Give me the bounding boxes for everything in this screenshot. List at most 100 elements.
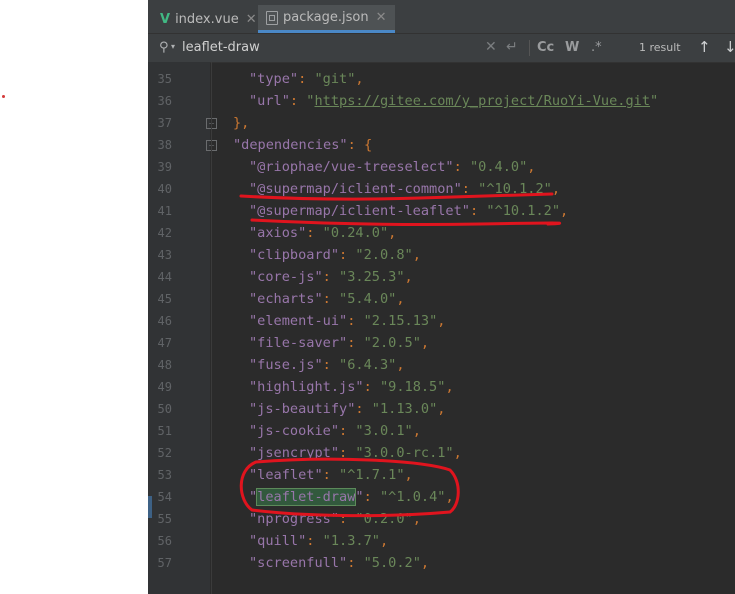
code-token: "js-cookie" (249, 423, 340, 439)
code-token: "2.0.8" (355, 247, 413, 263)
code-line[interactable]: "@supermap/iclient-common": "^10.1.2", (249, 178, 560, 200)
code-token: : (322, 467, 340, 483)
regex-toggle[interactable]: .* (591, 40, 602, 55)
code-token: "0.2.0" (355, 511, 413, 527)
code-token: : (453, 159, 470, 175)
code-token: "echarts" (249, 291, 323, 307)
arrow-down-icon[interactable]: ↓ (724, 38, 735, 56)
code-line[interactable]: "@supermap/iclient-leaflet": "^10.1.2", (249, 200, 568, 222)
line-number: 50 (157, 402, 172, 416)
code-token: https://gitee.com/y_project/RuoYi-Vue.gi… (314, 93, 651, 109)
code-line[interactable]: "clipboard": "2.0.8", (249, 244, 421, 266)
code-token: "leaflet" (249, 467, 323, 483)
vue-icon: V (160, 11, 171, 27)
code-token: , (404, 467, 413, 483)
code-token: : { (347, 137, 373, 153)
code-token: , (551, 181, 561, 197)
line-number: 46 (157, 314, 172, 328)
code-line[interactable]: "leaflet": "^1.7.1", (249, 464, 413, 486)
new-line-icon[interactable]: ↵ (506, 39, 518, 55)
code-token: "^1.7.1" (339, 467, 405, 483)
line-number: 57 (157, 556, 172, 570)
code-line[interactable]: "url": "https://gitee.com/y_project/RuoY… (249, 90, 658, 112)
code-line[interactable]: "@riophae/vue-treeselect": "0.4.0", (249, 156, 535, 178)
code-token: "file-saver" (249, 335, 348, 351)
change-marker (148, 496, 152, 518)
code-token: : (322, 269, 340, 285)
code-token: "1.3.7" (322, 533, 380, 549)
code-token: , (527, 159, 536, 175)
code-token: "^10.1.2" (486, 203, 561, 219)
search-icon[interactable]: ⚲ (159, 40, 169, 55)
tab-label: index.vue (175, 11, 239, 27)
code-line[interactable]: "nprogress": "0.2.0", (249, 508, 421, 530)
code-line[interactable]: "highlight.js": "9.18.5", (249, 376, 454, 398)
line-number: 53 (157, 468, 172, 482)
arrow-up-icon[interactable]: ↑ (698, 38, 711, 56)
code-token: : (298, 71, 315, 87)
code-token: "6.4.3" (339, 357, 397, 373)
line-number: 48 (157, 358, 172, 372)
code-token: "0.24.0" (322, 225, 389, 241)
code-line[interactable]: "type": "git", (249, 68, 364, 90)
code-token: "@supermap/iclient-leaflet" (249, 203, 470, 219)
code-token: " (355, 489, 364, 505)
chevron-down-icon[interactable]: ▾ (171, 42, 175, 51)
code-line[interactable]: "dependencies": { (233, 134, 372, 156)
code-token: "0.4.0" (469, 159, 528, 175)
code-token: "5.0.2" (363, 555, 421, 571)
code-line[interactable]: "leaflet-draw": "^1.0.4", (249, 486, 454, 508)
code-token: }, (233, 115, 250, 131)
code-line[interactable]: "js-beautify": "1.13.0", (249, 398, 445, 420)
code-line[interactable]: "js-cookie": "3.0.1", (249, 420, 421, 442)
code-token: , (437, 313, 446, 329)
code-token: "dependencies" (233, 137, 348, 153)
divider (529, 40, 530, 56)
code-line[interactable]: "file-saver": "2.0.5", (249, 332, 429, 354)
code-line[interactable]: "quill": "1.3.7", (249, 530, 388, 552)
match-case-toggle[interactable]: Cc (537, 40, 554, 55)
code-token: "@riophae/vue-treeselect" (249, 159, 454, 175)
ide-window: V index.vue ✕ package.json ✕ ⚲ ▾ leaflet… (148, 0, 735, 594)
line-number: 49 (157, 380, 172, 394)
tab-index-vue[interactable]: V index.vue ✕ (160, 5, 257, 33)
npm-file-icon (266, 10, 278, 25)
code-token: "url" (249, 93, 290, 109)
code-line[interactable]: "screenfull": "5.0.2", (249, 552, 429, 574)
close-icon[interactable]: ✕ (376, 10, 387, 25)
code-token: "fuse.js" (249, 357, 323, 373)
line-number: 35 (157, 72, 172, 86)
code-token: "@supermap/iclient-common" (249, 181, 462, 197)
code-token: : (347, 555, 364, 571)
code-line[interactable]: "jsencrypt": "3.0.0-rc.1", (249, 442, 462, 464)
clear-icon[interactable]: ✕ (485, 39, 497, 55)
tab-package-json[interactable]: package.json ✕ (258, 5, 395, 33)
code-line[interactable]: "echarts": "5.4.0", (249, 288, 405, 310)
red-dot-mark (2, 95, 5, 98)
indent-guide (211, 62, 212, 594)
whole-word-toggle[interactable]: W (565, 40, 579, 55)
code-token: "axios" (249, 225, 307, 241)
code-line[interactable]: "axios": "0.24.0", (249, 222, 396, 244)
code-line[interactable]: "fuse.js": "6.4.3", (249, 354, 405, 376)
code-token: : (306, 225, 323, 241)
line-number: 44 (157, 270, 172, 284)
code-token: : (339, 423, 356, 439)
search-input[interactable]: leaflet-draw (182, 40, 260, 55)
code-token: : (289, 93, 307, 109)
line-number: 42 (157, 226, 172, 240)
code-line[interactable]: "element-ui": "2.15.13", (249, 310, 445, 332)
close-icon[interactable]: ✕ (246, 12, 257, 27)
code-line[interactable]: "core-js": "3.25.3", (249, 266, 413, 288)
code-line[interactable]: }, (233, 112, 249, 134)
code-token: , (437, 401, 446, 417)
code-token: : (339, 445, 356, 461)
code-token: "quill" (249, 533, 307, 549)
code-token: "jsencrypt" (249, 445, 340, 461)
code-token: , (420, 335, 430, 351)
code-token: , (412, 247, 421, 263)
line-number: 51 (157, 424, 172, 438)
tab-label: package.json (283, 10, 369, 25)
line-number: 36 (157, 94, 172, 108)
line-number: 40 (157, 182, 172, 196)
